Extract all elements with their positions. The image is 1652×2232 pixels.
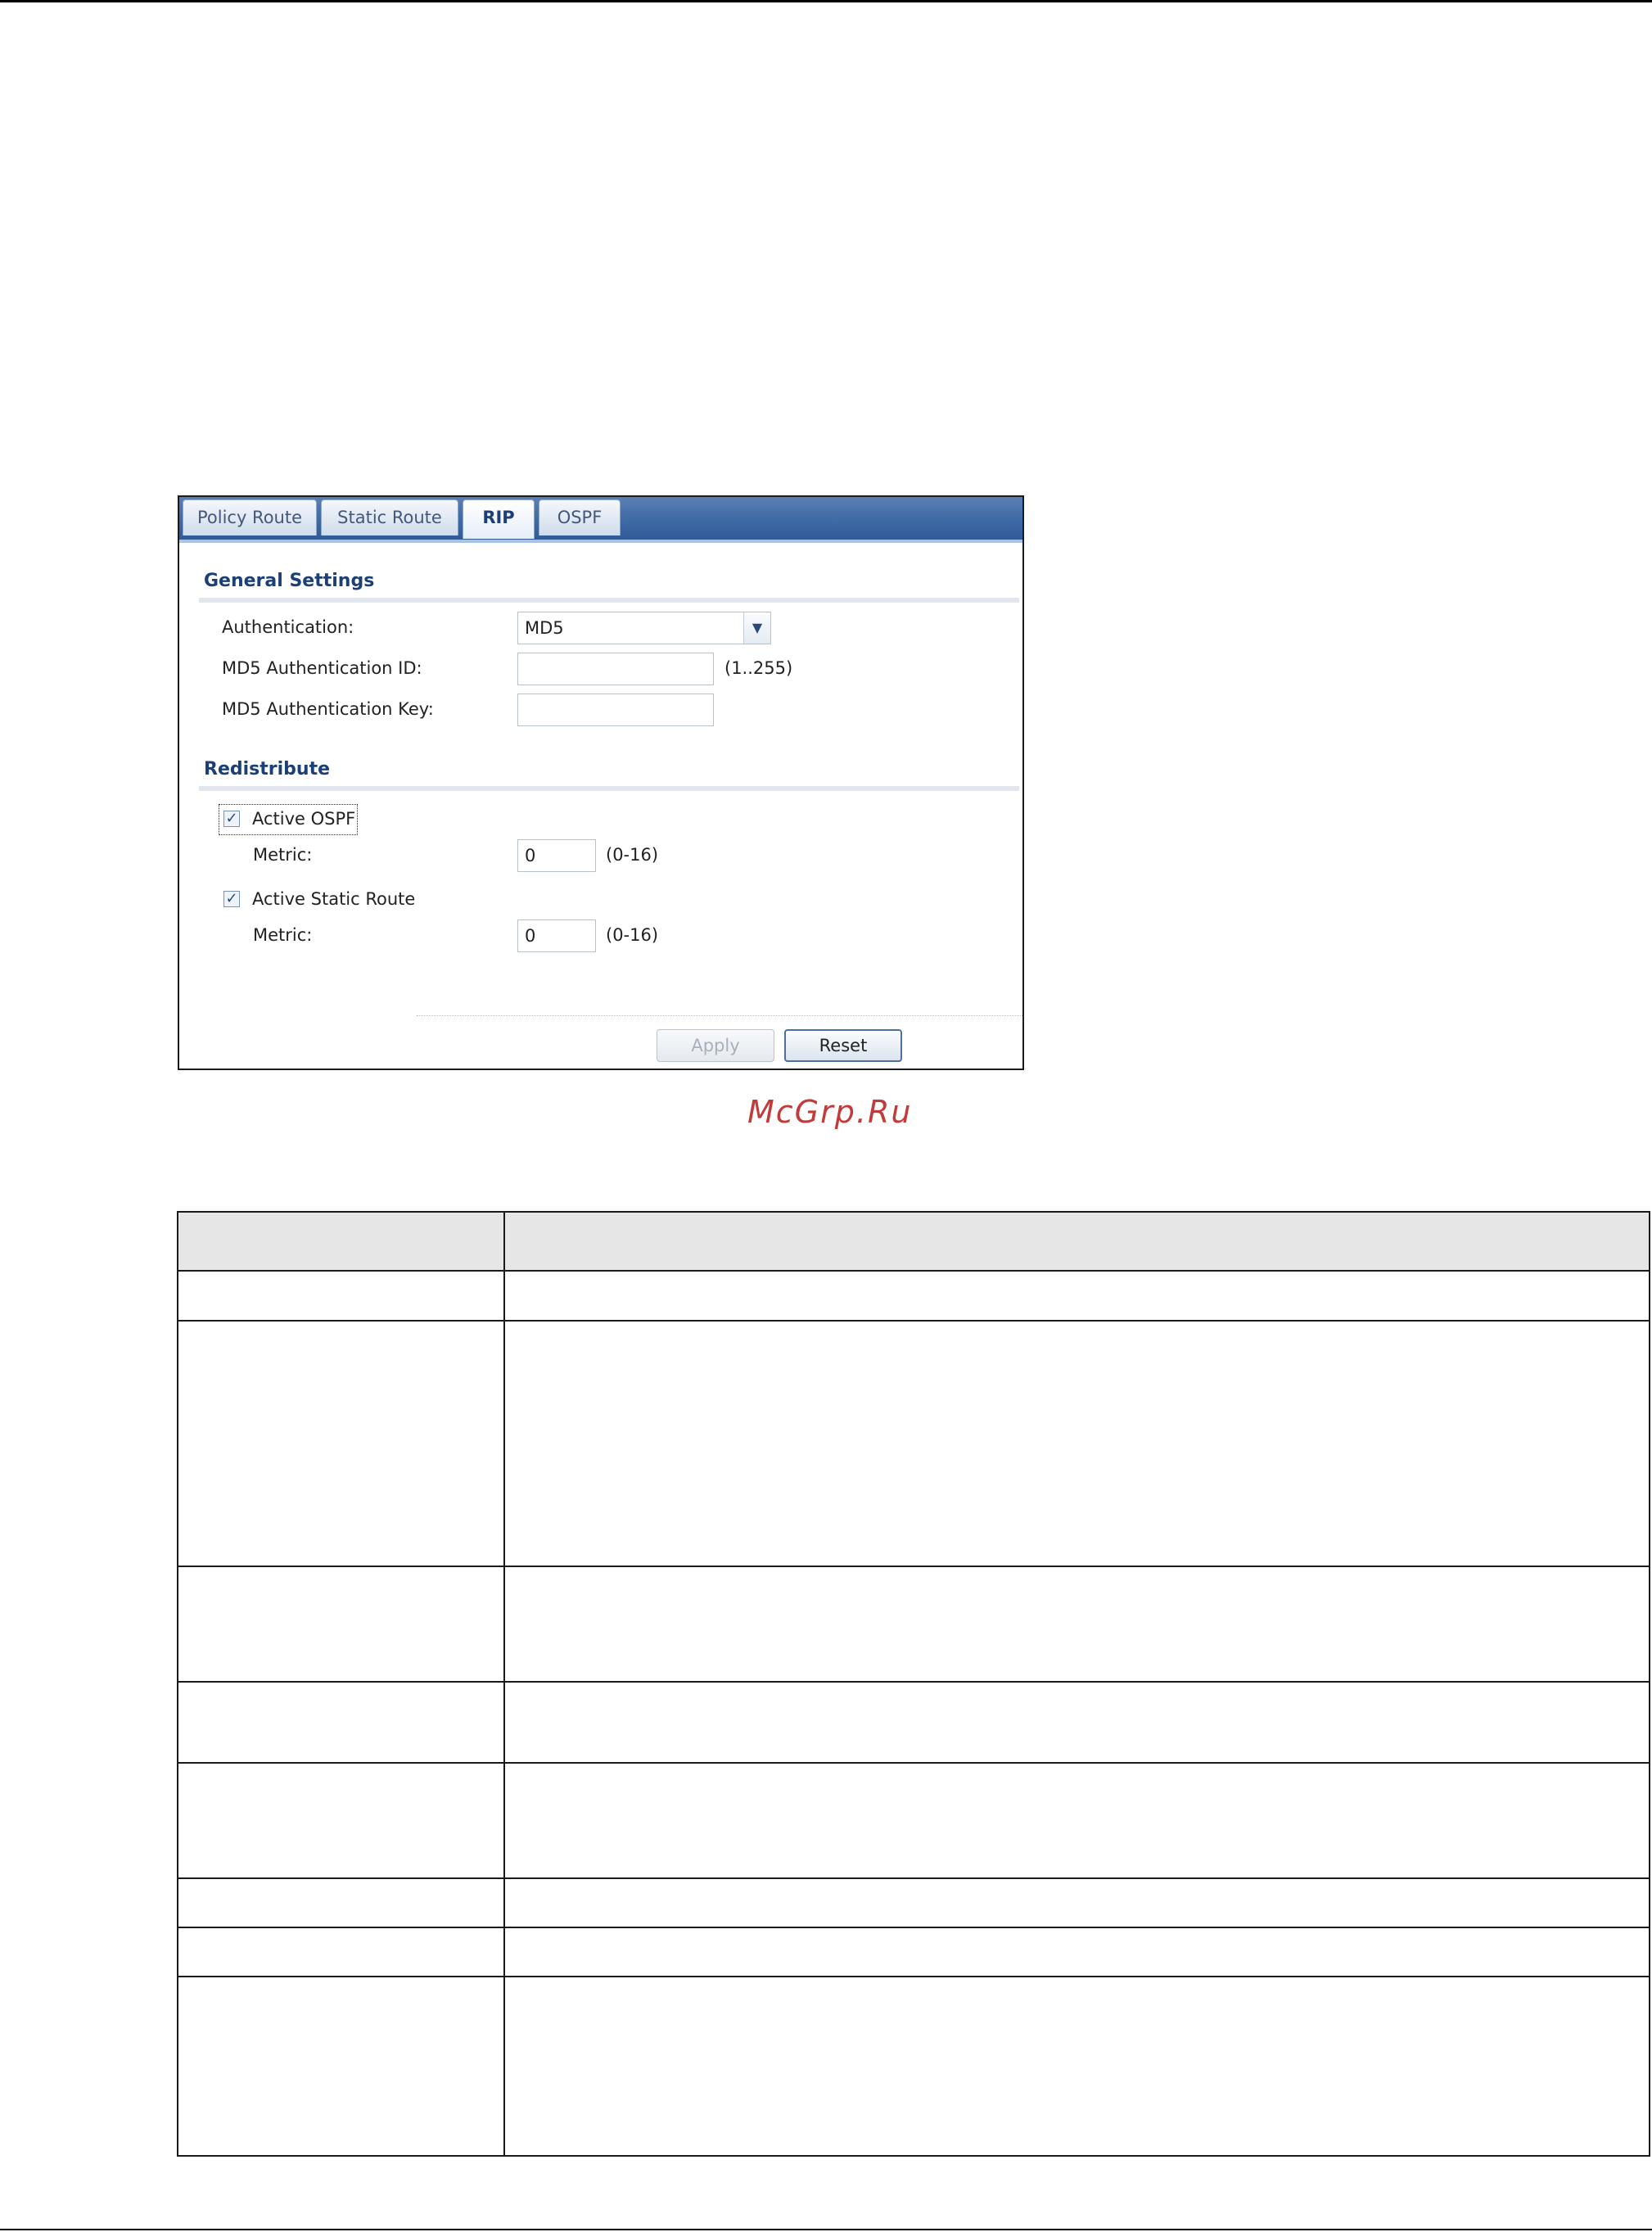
authentication-value: MD5 bbox=[525, 618, 564, 638]
authentication-select[interactable]: MD5 ▼ bbox=[517, 612, 771, 644]
table-row bbox=[177, 1877, 1650, 1928]
field-description-table bbox=[177, 1211, 1650, 2157]
md5-id-label: MD5 Authentication ID: bbox=[222, 658, 422, 678]
tab-policy-route[interactable]: Policy Route bbox=[183, 499, 317, 535]
active-ospf-label: Active OSPF bbox=[252, 809, 356, 829]
md5-id-input[interactable] bbox=[517, 653, 714, 685]
tab-ospf[interactable]: OSPF bbox=[539, 499, 621, 535]
table-header-row bbox=[177, 1211, 1650, 1272]
table-row bbox=[177, 1566, 1650, 1683]
button-separator bbox=[417, 1015, 1022, 1016]
tab-bar: Policy Route Static Route RIP OSPF bbox=[179, 497, 1022, 543]
authentication-label: Authentication: bbox=[222, 617, 354, 637]
top-rule bbox=[0, 0, 1652, 2]
redistribute-title: Redistribute bbox=[204, 759, 330, 779]
active-ospf-checkbox[interactable]: ✓ bbox=[223, 811, 240, 827]
reset-button[interactable]: Reset bbox=[784, 1029, 902, 1062]
rip-screenshot-panel: Policy Route Static Route RIP OSPF Gener… bbox=[178, 495, 1024, 1070]
section-divider bbox=[199, 786, 1019, 791]
md5-key-label: MD5 Authentication Key: bbox=[222, 699, 434, 719]
md5-id-range-hint: (1..255) bbox=[724, 658, 793, 678]
md5-key-input[interactable] bbox=[517, 694, 714, 726]
active-static-route-checkbox[interactable]: ✓ bbox=[223, 891, 240, 907]
table-header-cell bbox=[177, 1211, 505, 1272]
table-row bbox=[177, 1762, 1650, 1879]
static-metric-input[interactable]: 0 bbox=[517, 919, 596, 952]
ospf-metric-range-hint: (0-16) bbox=[606, 845, 659, 865]
static-metric-range-hint: (0-16) bbox=[606, 925, 659, 945]
ospf-metric-input[interactable]: 0 bbox=[517, 839, 596, 872]
chevron-down-icon[interactable]: ▼ bbox=[743, 612, 770, 644]
ospf-metric-label: Metric: bbox=[253, 845, 313, 865]
section-divider bbox=[199, 598, 1019, 603]
table-row bbox=[177, 1270, 1650, 1322]
table-row bbox=[177, 1681, 1650, 1764]
static-metric-label: Metric: bbox=[253, 925, 313, 945]
table-header-cell bbox=[503, 1211, 1650, 1272]
table-row bbox=[177, 1976, 1650, 2157]
active-static-route-label: Active Static Route bbox=[252, 889, 416, 909]
tab-static-route[interactable]: Static Route bbox=[321, 499, 458, 535]
bottom-rule bbox=[0, 2229, 1652, 2230]
tab-rip[interactable]: RIP bbox=[463, 499, 535, 539]
table-row bbox=[177, 1927, 1650, 1977]
apply-button[interactable]: Apply bbox=[657, 1029, 774, 1062]
table-row bbox=[177, 1320, 1650, 1567]
watermark-text: McGrp.Ru bbox=[747, 1094, 913, 1130]
general-settings-title: General Settings bbox=[204, 571, 375, 591]
